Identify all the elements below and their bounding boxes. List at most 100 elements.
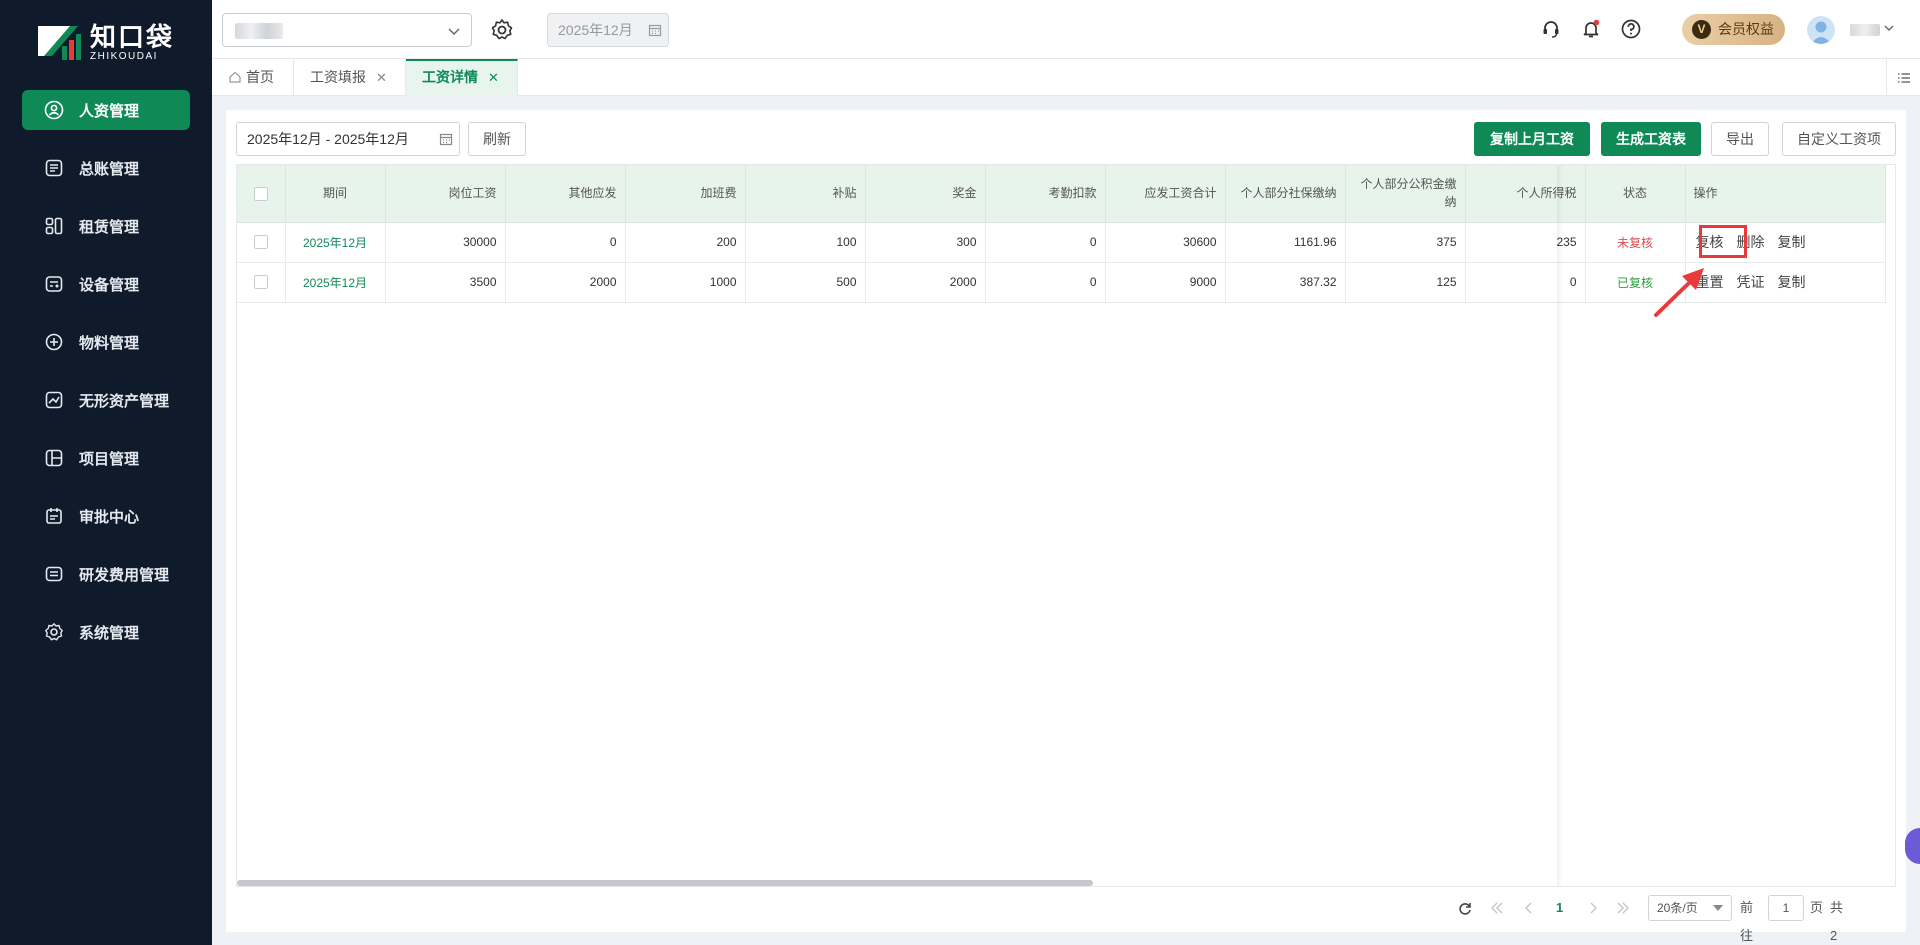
row-checkbox-cell[interactable] <box>237 222 286 263</box>
next-page-icon[interactable] <box>1588 902 1598 914</box>
row-checkbox[interactable] <box>253 275 268 290</box>
table-row: 2025年12月 30000 0 200 100 300 0 30600 116… <box>237 222 1886 263</box>
page-size-value: 20条/页 <box>1657 901 1698 915</box>
column-header: 期间 <box>285 165 386 223</box>
sidebar-item-rd-expense[interactable]: 研发费用管理 <box>22 554 190 594</box>
headset-icon[interactable] <box>1540 18 1562 40</box>
person-shield-icon <box>43 99 65 121</box>
last-page-icon[interactable] <box>1616 902 1630 914</box>
copy-button[interactable]: 复制 <box>1778 234 1806 250</box>
bell-icon[interactable] <box>1580 18 1602 40</box>
sidebar-menu: 人资管理 总账管理 租赁管理 设备管理 物料管理 无形资产管理 项目管理 审批中… <box>22 90 190 670</box>
row-checkbox[interactable] <box>253 235 268 250</box>
export-button[interactable]: 导出 <box>1711 122 1769 156</box>
tab-salary-detail[interactable]: 工资详情 ✕ <box>406 59 518 96</box>
copy-button[interactable]: 复制 <box>1778 274 1806 290</box>
custom-salary-items-button[interactable]: 自定义工资项 <box>1782 122 1896 156</box>
sidebar-item-label: 研发费用管理 <box>79 566 170 584</box>
select-all-checkbox[interactable] <box>253 187 268 202</box>
select-all-checkbox-cell[interactable] <box>237 165 286 223</box>
vip-benefits-button[interactable]: V 会员权益 <box>1682 14 1785 45</box>
sidebar-item-hr[interactable]: 人资管理 <box>22 90 190 130</box>
refresh-icon[interactable] <box>1458 901 1472 915</box>
voucher-button[interactable]: 凭证 <box>1737 274 1765 290</box>
sidebar-item-label: 租赁管理 <box>79 218 140 236</box>
page-size-select[interactable]: 20条/页 <box>1648 895 1732 921</box>
sidebar-item-label: 审批中心 <box>79 508 140 526</box>
column-header: 加班费 <box>625 165 746 223</box>
column-header: 操作 <box>1685 165 1886 223</box>
sidebar-item-label: 项目管理 <box>79 450 140 468</box>
sidebar-item-intangible[interactable]: 无形资产管理 <box>22 380 190 420</box>
goto-page-input[interactable]: 1 <box>1768 895 1804 921</box>
logo-name: 知口袋 <box>90 22 175 52</box>
sidebar-item-label: 无形资产管理 <box>79 392 170 410</box>
prev-page-icon[interactable] <box>1524 902 1534 914</box>
avatar[interactable] <box>1807 16 1835 44</box>
tabs-bar: 首页 工资填报 ✕ 工资详情 ✕ <box>212 59 1920 96</box>
page-unit-label: 页 <box>1810 900 1824 915</box>
generate-salary-table-button[interactable]: 生成工资表 <box>1601 122 1701 156</box>
column-header: 状态 <box>1585 165 1686 223</box>
logo[interactable]: 知口袋 ZHIKOUDAI <box>36 20 186 66</box>
sidebar-item-material[interactable]: 物料管理 <box>22 322 190 362</box>
main-panel: 2025年12月 - 2025年12月 刷新 复制上月工资 生成工资表 导出 自… <box>226 110 1906 932</box>
tab-label: 首页 <box>246 69 274 85</box>
vip-label: 会员权益 <box>1718 21 1774 37</box>
column-header: 其他应发 <box>505 165 626 223</box>
bonus-cell: 300 <box>865 222 986 263</box>
subsidy-cell: 500 <box>745 262 866 303</box>
chat-widget-button[interactable] <box>1905 828 1920 864</box>
tabs-list-menu[interactable] <box>1886 59 1920 96</box>
lease-icon <box>43 215 65 237</box>
close-icon[interactable]: ✕ <box>376 70 387 85</box>
income-tax-cell: 0 <box>1465 262 1586 303</box>
sidebar-item-approval[interactable]: 审批中心 <box>22 496 190 536</box>
caret-down-icon <box>1713 905 1723 911</box>
attendance-deduction-cell: 0 <box>985 262 1106 303</box>
red-arrow-annotation <box>1654 268 1704 317</box>
tab-salary-entry[interactable]: 工资填报 ✕ <box>294 59 406 96</box>
sidebar: 知口袋 ZHIKOUDAI 人资管理 总账管理 租赁管理 设备管理 物料管理 无… <box>0 0 212 945</box>
close-icon[interactable]: ✕ <box>488 70 499 85</box>
refresh-button[interactable]: 刷新 <box>468 122 526 156</box>
rd-expense-icon <box>43 563 65 585</box>
vip-badge-icon: V <box>1692 20 1711 39</box>
company-select[interactable] <box>222 13 472 47</box>
sidebar-item-system[interactable]: 系统管理 <box>22 612 190 652</box>
username-blurred[interactable] <box>1850 24 1880 36</box>
sidebar-item-label: 系统管理 <box>79 624 140 642</box>
row-checkbox-cell[interactable] <box>237 262 286 303</box>
tab-home[interactable]: 首页 <box>212 59 294 96</box>
intangible-asset-icon <box>43 389 65 411</box>
horizontal-scrollbar[interactable] <box>237 880 1093 886</box>
chevron-down-icon[interactable] <box>1883 22 1895 34</box>
ledger-icon <box>43 157 65 179</box>
column-header: 应发工资合计 <box>1105 165 1226 223</box>
social-insurance-cell: 1161.96 <box>1225 222 1346 263</box>
bonus-cell: 2000 <box>865 262 986 303</box>
material-icon <box>43 331 65 353</box>
social-insurance-cell: 387.32 <box>1225 262 1346 303</box>
date-range-picker[interactable]: 2025年12月 - 2025年12月 <box>236 122 460 156</box>
period-cell[interactable]: 2025年12月 <box>285 222 386 263</box>
help-icon[interactable] <box>1620 18 1642 40</box>
sidebar-item-lease[interactable]: 租赁管理 <box>22 206 190 246</box>
first-page-icon[interactable] <box>1490 902 1504 914</box>
subsidy-cell: 100 <box>745 222 866 263</box>
sidebar-item-ledger[interactable]: 总账管理 <box>22 148 190 188</box>
sidebar-item-equipment[interactable]: 设备管理 <box>22 264 190 304</box>
settings-gear-icon[interactable] <box>490 18 514 42</box>
current-page[interactable]: 1 <box>1556 894 1563 922</box>
attendance-deduction-cell: 0 <box>985 222 1106 263</box>
table-header-row: 期间 岗位工资 其他应发 加班费 补贴 奖金 考勤扣款 应发工资合计 个人部分社… <box>237 165 1886 223</box>
logo-mark-icon <box>38 26 81 60</box>
user-avatar-icon <box>1811 21 1831 44</box>
company-name-blurred <box>235 23 283 39</box>
sidebar-item-project[interactable]: 项目管理 <box>22 438 190 478</box>
month-picker[interactable]: 2025年12月 <box>547 13 669 47</box>
column-header: 岗位工资 <box>385 165 506 223</box>
copy-last-month-button[interactable]: 复制上月工资 <box>1474 122 1590 156</box>
other-pay-cell: 0 <box>505 222 626 263</box>
period-cell[interactable]: 2025年12月 <box>285 262 386 303</box>
